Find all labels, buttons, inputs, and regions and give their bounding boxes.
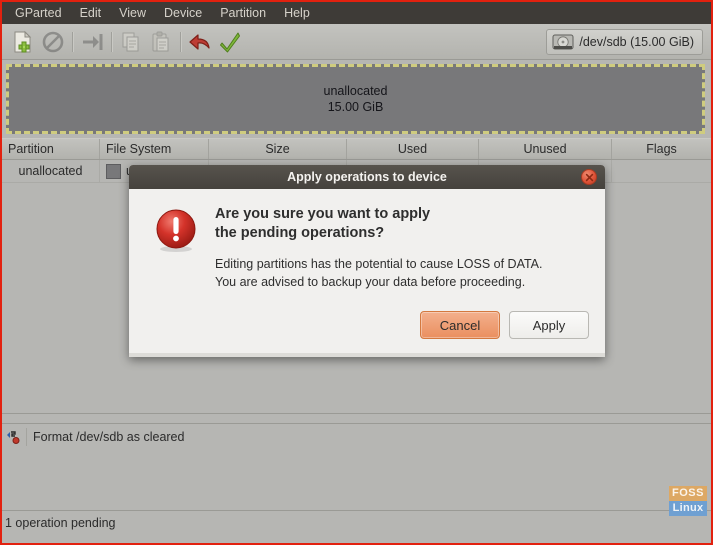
device-label: /dev/sdb (15.00 GiB) [579,34,694,49]
close-icon[interactable] [581,169,597,185]
cell-flags [612,160,711,182]
menu-device[interactable]: Device [155,3,211,24]
column-header-used[interactable]: Used [347,139,479,159]
status-text: 1 operation pending [5,515,116,530]
watermark-fosslinux: FOSS Linux [669,486,707,516]
undo-icon [189,33,210,50]
column-header-partition[interactable]: Partition [2,139,100,159]
column-header-flags[interactable]: Flags [612,139,711,159]
partition-block-label: unallocated [323,84,388,98]
watermark-top: FOSS [669,486,707,501]
gparted-window: GParted Edit View Device Partition Help [0,0,713,545]
menu-view[interactable]: View [110,3,155,24]
toolbar-separator [111,31,112,52]
disk-graphic-area: unallocated 15.00 GiB [2,60,711,138]
delete-partition-button[interactable] [38,27,68,57]
watermark-bottom: Linux [669,501,707,516]
cancel-button[interactable]: Cancel [420,311,500,339]
dialog-actions: Cancel Apply [129,303,605,353]
apply-button-dialog[interactable]: Apply [509,311,589,339]
dialog-message-line1: Editing partitions has the potential to … [215,257,543,271]
dialog-title: Apply operations to device [287,170,447,184]
pending-operations-list: Format /dev/sdb as cleared [2,423,711,510]
dialog-heading-line2: the pending operations? [215,225,385,241]
column-header-size[interactable]: Size [209,139,347,159]
toolbar-separator [72,31,73,52]
warning-error-icon [153,207,199,253]
copy-button[interactable] [116,27,146,57]
undo-button[interactable] [185,27,215,57]
format-operation-icon [5,428,27,446]
paste-icon [152,31,169,51]
splitter-grip [348,417,365,430]
new-partition-button[interactable] [8,27,38,57]
menu-gparted[interactable]: GParted [6,3,71,24]
dialog-heading: Are you sure you want to apply the pendi… [215,205,543,243]
dialog-message: Editing partitions has the potential to … [215,255,543,291]
partition-block-unallocated[interactable]: unallocated 15.00 GiB [6,64,705,134]
resize-move-button[interactable] [77,27,107,57]
statusbar: 1 operation pending [2,510,711,534]
apply-button[interactable] [215,27,245,57]
dialog-message-line2: You are advised to backup your data befo… [215,275,526,289]
new-partition-icon [14,30,32,52]
device-selector[interactable]: /dev/sdb (15.00 GiB) [546,28,703,55]
dialog-footer [129,353,605,357]
toolbar: /dev/sdb (15.00 GiB) [2,24,711,60]
list-item[interactable]: Format /dev/sdb as cleared [2,424,711,448]
column-header-unused[interactable]: Unused [479,139,612,159]
menubar: GParted Edit View Device Partition Help [2,2,711,24]
apply-checkmark-icon [220,32,240,52]
dialog-heading-line1: Are you sure you want to apply [215,206,431,222]
partition-block-size: 15.00 GiB [327,100,384,114]
pane-splitter[interactable] [2,413,711,430]
toolbar-separator [180,31,181,52]
cell-partition: unallocated [2,160,100,182]
dialog-titlebar: Apply operations to device [129,165,605,189]
menu-edit[interactable]: Edit [71,3,111,24]
filesystem-color-swatch [106,163,121,179]
operation-label: Format /dev/sdb as cleared [33,430,185,444]
delete-partition-icon [42,31,64,52]
dialog-body: Are you sure you want to apply the pendi… [129,189,605,303]
paste-button[interactable] [146,27,176,57]
dialog-text: Are you sure you want to apply the pendi… [215,205,543,291]
partition-table-header: Partition File System Size Used Unused F… [2,138,711,160]
column-header-filesystem[interactable]: File System [100,139,209,159]
hard-disk-icon [552,34,574,49]
menu-partition[interactable]: Partition [211,3,275,24]
menu-help[interactable]: Help [275,3,319,24]
copy-icon [122,32,139,51]
apply-operations-dialog: Apply operations to device Are you sure … [129,165,605,357]
resize-move-icon [83,33,103,50]
